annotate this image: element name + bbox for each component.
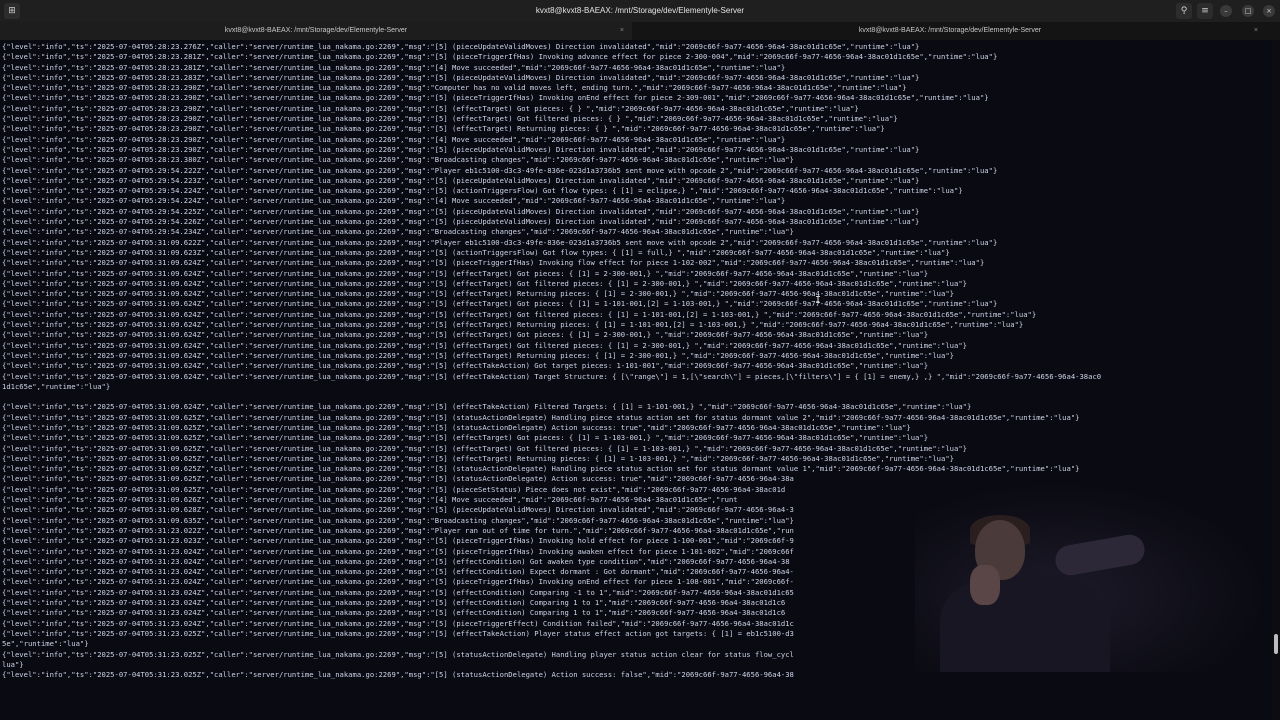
tab-bar: kvxt8@kvxt8-BAEAX: /mnt/Storage/dev/Elem… [0, 22, 1280, 40]
log-line: {"level":"info","ts":"2025-07-04T05:31:0… [2, 412, 1080, 422]
log-line: {"level":"info","ts":"2025-07-04T05:31:0… [2, 289, 954, 299]
log-line: 1d1c65e","runtime":"lua"} [2, 381, 111, 391]
log-line: {"level":"info","ts":"2025-07-04T05:28:2… [2, 62, 786, 72]
log-line: {"level":"info","ts":"2025-07-04T05:28:2… [2, 72, 920, 82]
maximize-button[interactable]: □ [1242, 5, 1254, 17]
tab-terminal-2[interactable]: kvxt8@kvxt8-BAEAX: /mnt/Storage/dev/Elem… [634, 22, 1266, 40]
log-line: {"level":"info","ts":"2025-07-04T05:28:2… [2, 83, 907, 93]
log-line: {"level":"info","ts":"2025-07-04T05:31:0… [2, 350, 954, 360]
log-line: {"level":"info","ts":"2025-07-04T05:31:0… [2, 464, 1080, 474]
log-line: {"level":"info","ts":"2025-07-04T05:31:0… [2, 422, 911, 432]
maximize-icon: □ [1244, 7, 1252, 15]
close-icon: × [1266, 7, 1272, 15]
log-line: {"level":"info","ts":"2025-07-04T05:29:5… [2, 165, 998, 175]
log-line: {"level":"info","ts":"2025-07-04T05:31:0… [2, 258, 985, 268]
log-line: {"level":"info","ts":"2025-07-04T05:31:0… [2, 320, 1024, 330]
log-line: {"level":"info","ts":"2025-07-04T05:28:2… [2, 144, 920, 154]
log-line: {"level":"info","ts":"2025-07-04T05:31:0… [2, 268, 929, 278]
log-line: {"level":"info","ts":"2025-07-04T05:28:2… [2, 124, 885, 134]
log-line: {"level":"info","ts":"2025-07-04T05:28:2… [2, 93, 989, 103]
log-line: {"level":"info","ts":"2025-07-04T05:31:0… [2, 433, 929, 443]
log-line: {"level":"info","ts":"2025-07-04T05:28:2… [2, 114, 898, 124]
window-title: kvxt8@kvxt8-BAEAX: /mnt/Storage/dev/Elem… [535, 6, 745, 15]
log-line: {"level":"info","ts":"2025-07-04T05:31:0… [2, 330, 929, 340]
log-line: {"level":"info","ts":"2025-07-04T05:31:0… [2, 278, 967, 288]
log-line: {"level":"info","ts":"2025-07-04T05:28:2… [2, 52, 998, 62]
minimize-icon: – [1224, 7, 1228, 15]
log-line: {"level":"info","ts":"2025-07-04T05:31:0… [2, 340, 967, 350]
scrollbar[interactable] [1272, 40, 1280, 720]
log-line: {"level":"info","ts":"2025-07-04T05:29:5… [2, 217, 920, 227]
log-line: {"level":"info","ts":"2025-07-04T05:31:0… [2, 402, 972, 412]
tab-close-button[interactable]: × [620, 22, 624, 40]
log-line: {"level":"info","ts":"2025-07-04T05:29:5… [2, 206, 920, 216]
log-line: {"level":"info","ts":"2025-07-04T05:28:2… [2, 134, 786, 144]
log-line: {"level":"info","ts":"2025-07-04T05:29:5… [2, 186, 963, 196]
webcam-person-hand [970, 565, 1000, 605]
close-window-button[interactable]: × [1263, 5, 1275, 17]
log-line: {"level":"info","ts":"2025-07-04T05:28:2… [2, 155, 794, 165]
text-cursor: I [815, 295, 822, 306]
tab-terminal-1[interactable]: kvxt8@kvxt8-BAEAX: /mnt/Storage/dev/Elem… [0, 22, 632, 40]
title-bar: ⊞ kvxt8@kvxt8-BAEAX: /mnt/Storage/dev/El… [0, 0, 1280, 22]
log-line: {"level":"info","ts":"2025-07-04T05:29:5… [2, 175, 920, 185]
log-line: {"level":"info","ts":"2025-07-04T05:31:0… [2, 443, 967, 453]
log-line: {"level":"info","ts":"2025-07-04T05:31:0… [2, 371, 1102, 381]
log-line: {"level":"info","ts":"2025-07-04T05:28:2… [2, 103, 859, 113]
log-line: {"level":"info","ts":"2025-07-04T05:28:2… [2, 42, 920, 51]
webcam-person-arm [1053, 532, 1147, 578]
tab-label: kvxt8@kvxt8-BAEAX: /mnt/Storage/dev/Elem… [858, 27, 1042, 34]
log-line: {"level":"info","ts":"2025-07-04T05:31:0… [2, 453, 954, 463]
tab-label: kvxt8@kvxt8-BAEAX: /mnt/Storage/dev/Elem… [224, 27, 408, 34]
log-line: {"level":"info","ts":"2025-07-04T05:31:0… [2, 361, 929, 371]
log-line: {"level":"info","ts":"2025-07-04T05:29:5… [2, 196, 786, 206]
webcam-person-body [940, 575, 1110, 672]
log-line: {"level":"info","ts":"2025-07-04T05:31:0… [2, 309, 1037, 319]
menu-button[interactable]: ≡ [1197, 3, 1213, 19]
plus-icon: ⊞ [8, 6, 16, 16]
scrollbar-thumb[interactable] [1274, 634, 1278, 654]
tab-close-button[interactable]: × [1254, 22, 1258, 40]
search-button[interactable]: ⚲ [1176, 3, 1192, 19]
search-icon: ⚲ [1180, 6, 1188, 16]
log-line: {"level":"info","ts":"2025-07-04T05:31:0… [2, 237, 998, 247]
webcam-overlay [915, 480, 1272, 672]
hamburger-icon: ≡ [1201, 6, 1209, 16]
minimize-button[interactable]: – [1220, 5, 1232, 17]
new-tab-button[interactable]: ⊞ [4, 3, 20, 19]
log-line: {"level":"info","ts":"2025-07-04T05:31:0… [2, 247, 950, 257]
log-line: {"level":"info","ts":"2025-07-04T05:31:0… [2, 299, 998, 309]
log-line: {"level":"info","ts":"2025-07-04T05:29:5… [2, 227, 794, 237]
